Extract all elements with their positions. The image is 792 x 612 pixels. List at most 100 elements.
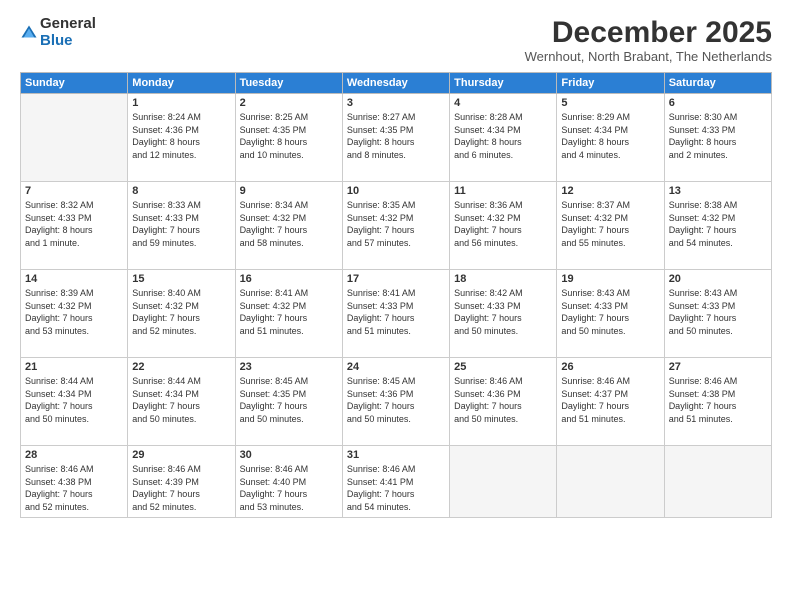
day-number: 25 [454, 361, 552, 373]
table-row: 10 Sunrise: 8:35 AM Sunset: 4:32 PM Dayli… [342, 182, 449, 270]
table-row: 2 Sunrise: 8:25 AM Sunset: 4:35 PM Daylig… [235, 94, 342, 182]
table-row: 13 Sunrise: 8:38 AM Sunset: 4:32 PM Dayli… [664, 182, 771, 270]
day-info: Sunrise: 8:42 AM Sunset: 4:33 PM Dayligh… [454, 287, 552, 337]
table-row: 26 Sunrise: 8:46 AM Sunset: 4:37 PM Dayli… [557, 358, 664, 446]
table-row: 28 Sunrise: 8:46 AM Sunset: 4:38 PM Dayli… [21, 446, 128, 518]
day-info: Sunrise: 8:36 AM Sunset: 4:32 PM Dayligh… [454, 199, 552, 249]
header-thursday: Thursday [450, 73, 557, 94]
day-number: 9 [240, 185, 338, 197]
day-number: 18 [454, 273, 552, 285]
day-number: 26 [561, 361, 659, 373]
header-friday: Friday [557, 73, 664, 94]
logo-blue: Blue [40, 33, 96, 50]
day-info: Sunrise: 8:46 AM Sunset: 4:39 PM Dayligh… [132, 463, 230, 513]
table-row: 9 Sunrise: 8:34 AM Sunset: 4:32 PM Daylig… [235, 182, 342, 270]
table-row: 6Sunrise: 8:30 AM Sunset: 4:33 PM Daylig… [664, 94, 771, 182]
day-info: Sunrise: 8:46 AM Sunset: 4:41 PM Dayligh… [347, 463, 445, 513]
table-row: 4Sunrise: 8:28 AM Sunset: 4:34 PM Daylig… [450, 94, 557, 182]
day-number: 16 [240, 273, 338, 285]
month-title: December 2025 [525, 16, 772, 49]
table-row [557, 446, 664, 518]
logo-general: General [40, 16, 96, 33]
day-number: 28 [25, 449, 123, 461]
table-row: 20 Sunrise: 8:43 AM Sunset: 4:33 PM Dayli… [664, 270, 771, 358]
day-number: 14 [25, 273, 123, 285]
table-row: 21Sunrise: 8:44 AM Sunset: 4:34 PM Dayli… [21, 358, 128, 446]
table-row: 5Sunrise: 8:29 AM Sunset: 4:34 PM Daylig… [557, 94, 664, 182]
table-row [21, 94, 128, 182]
day-number: 19 [561, 273, 659, 285]
day-info: Sunrise: 8:30 AM Sunset: 4:33 PM Dayligh… [669, 111, 767, 161]
day-number: 2 [240, 97, 338, 109]
day-number: 11 [454, 185, 552, 197]
day-number: 20 [669, 273, 767, 285]
day-info: Sunrise: 8:34 AM Sunset: 4:32 PM Dayligh… [240, 199, 338, 249]
table-row: 11 Sunrise: 8:36 AM Sunset: 4:32 PM Dayli… [450, 182, 557, 270]
table-row: 3Sunrise: 8:27 AM Sunset: 4:35 PM Daylig… [342, 94, 449, 182]
day-info: Sunrise: 8:46 AM Sunset: 4:38 PM Dayligh… [669, 375, 767, 425]
day-number: 5 [561, 97, 659, 109]
table-row: 23 Sunrise: 8:45 AM Sunset: 4:35 PM Dayli… [235, 358, 342, 446]
day-info: Sunrise: 8:45 AM Sunset: 4:36 PM Dayligh… [347, 375, 445, 425]
title-block: December 2025 Wernhout, North Brabant, T… [525, 16, 772, 64]
day-info: Sunrise: 8:33 AM Sunset: 4:33 PM Dayligh… [132, 199, 230, 249]
calendar-header-row: Sunday Monday Tuesday Wednesday Thursday… [21, 73, 772, 94]
header-wednesday: Wednesday [342, 73, 449, 94]
table-row: 27 Sunrise: 8:46 AM Sunset: 4:38 PM Dayli… [664, 358, 771, 446]
day-info: Sunrise: 8:46 AM Sunset: 4:37 PM Dayligh… [561, 375, 659, 425]
location: Wernhout, North Brabant, The Netherlands [525, 49, 772, 64]
day-number: 13 [669, 185, 767, 197]
day-info: Sunrise: 8:46 AM Sunset: 4:38 PM Dayligh… [25, 463, 123, 513]
day-info: Sunrise: 8:35 AM Sunset: 4:32 PM Dayligh… [347, 199, 445, 249]
day-number: 27 [669, 361, 767, 373]
day-number: 21 [25, 361, 123, 373]
table-row: 1 Sunrise: 8:24 AM Sunset: 4:36 PM Daylig… [128, 94, 235, 182]
day-info: Sunrise: 8:38 AM Sunset: 4:32 PM Dayligh… [669, 199, 767, 249]
header-monday: Monday [128, 73, 235, 94]
table-row: 30Sunrise: 8:46 AM Sunset: 4:40 PM Dayli… [235, 446, 342, 518]
table-row: 12 Sunrise: 8:37 AM Sunset: 4:32 PM Dayli… [557, 182, 664, 270]
day-number: 15 [132, 273, 230, 285]
day-number: 4 [454, 97, 552, 109]
header-tuesday: Tuesday [235, 73, 342, 94]
day-info: Sunrise: 8:46 AM Sunset: 4:40 PM Dayligh… [240, 463, 338, 513]
day-info: Sunrise: 8:25 AM Sunset: 4:35 PM Dayligh… [240, 111, 338, 161]
day-info: Sunrise: 8:37 AM Sunset: 4:32 PM Dayligh… [561, 199, 659, 249]
day-info: Sunrise: 8:41 AM Sunset: 4:32 PM Dayligh… [240, 287, 338, 337]
day-info: Sunrise: 8:44 AM Sunset: 4:34 PM Dayligh… [132, 375, 230, 425]
header-saturday: Saturday [664, 73, 771, 94]
day-info: Sunrise: 8:32 AM Sunset: 4:33 PM Dayligh… [25, 199, 123, 249]
header-sunday: Sunday [21, 73, 128, 94]
day-info: Sunrise: 8:43 AM Sunset: 4:33 PM Dayligh… [669, 287, 767, 337]
table-row: 24Sunrise: 8:45 AM Sunset: 4:36 PM Dayli… [342, 358, 449, 446]
table-row [664, 446, 771, 518]
day-info: Sunrise: 8:43 AM Sunset: 4:33 PM Dayligh… [561, 287, 659, 337]
day-info: Sunrise: 8:41 AM Sunset: 4:33 PM Dayligh… [347, 287, 445, 337]
table-row: 18 Sunrise: 8:42 AM Sunset: 4:33 PM Dayli… [450, 270, 557, 358]
day-info: Sunrise: 8:40 AM Sunset: 4:32 PM Dayligh… [132, 287, 230, 337]
header: General Blue December 2025 Wernhout, Nor… [20, 16, 772, 64]
table-row: 25 Sunrise: 8:46 AM Sunset: 4:36 PM Dayli… [450, 358, 557, 446]
day-info: Sunrise: 8:46 AM Sunset: 4:36 PM Dayligh… [454, 375, 552, 425]
table-row: 7Sunrise: 8:32 AM Sunset: 4:33 PM Daylig… [21, 182, 128, 270]
day-number: 17 [347, 273, 445, 285]
day-number: 1 [132, 97, 230, 109]
table-row: 14 Sunrise: 8:39 AM Sunset: 4:32 PM Dayli… [21, 270, 128, 358]
table-row: 22Sunrise: 8:44 AM Sunset: 4:34 PM Dayli… [128, 358, 235, 446]
day-number: 23 [240, 361, 338, 373]
day-info: Sunrise: 8:24 AM Sunset: 4:36 PM Dayligh… [132, 111, 230, 161]
day-number: 29 [132, 449, 230, 461]
logo-text: General Blue [40, 16, 96, 49]
table-row: 29 Sunrise: 8:46 AM Sunset: 4:39 PM Dayli… [128, 446, 235, 518]
day-number: 12 [561, 185, 659, 197]
day-info: Sunrise: 8:39 AM Sunset: 4:32 PM Dayligh… [25, 287, 123, 337]
day-number: 31 [347, 449, 445, 461]
day-info: Sunrise: 8:45 AM Sunset: 4:35 PM Dayligh… [240, 375, 338, 425]
page: General Blue December 2025 Wernhout, Nor… [0, 0, 792, 612]
table-row: 15 Sunrise: 8:40 AM Sunset: 4:32 PM Dayli… [128, 270, 235, 358]
calendar-table: Sunday Monday Tuesday Wednesday Thursday… [20, 72, 772, 518]
table-row: 19 Sunrise: 8:43 AM Sunset: 4:33 PM Dayli… [557, 270, 664, 358]
day-info: Sunrise: 8:27 AM Sunset: 4:35 PM Dayligh… [347, 111, 445, 161]
table-row [450, 446, 557, 518]
day-number: 10 [347, 185, 445, 197]
